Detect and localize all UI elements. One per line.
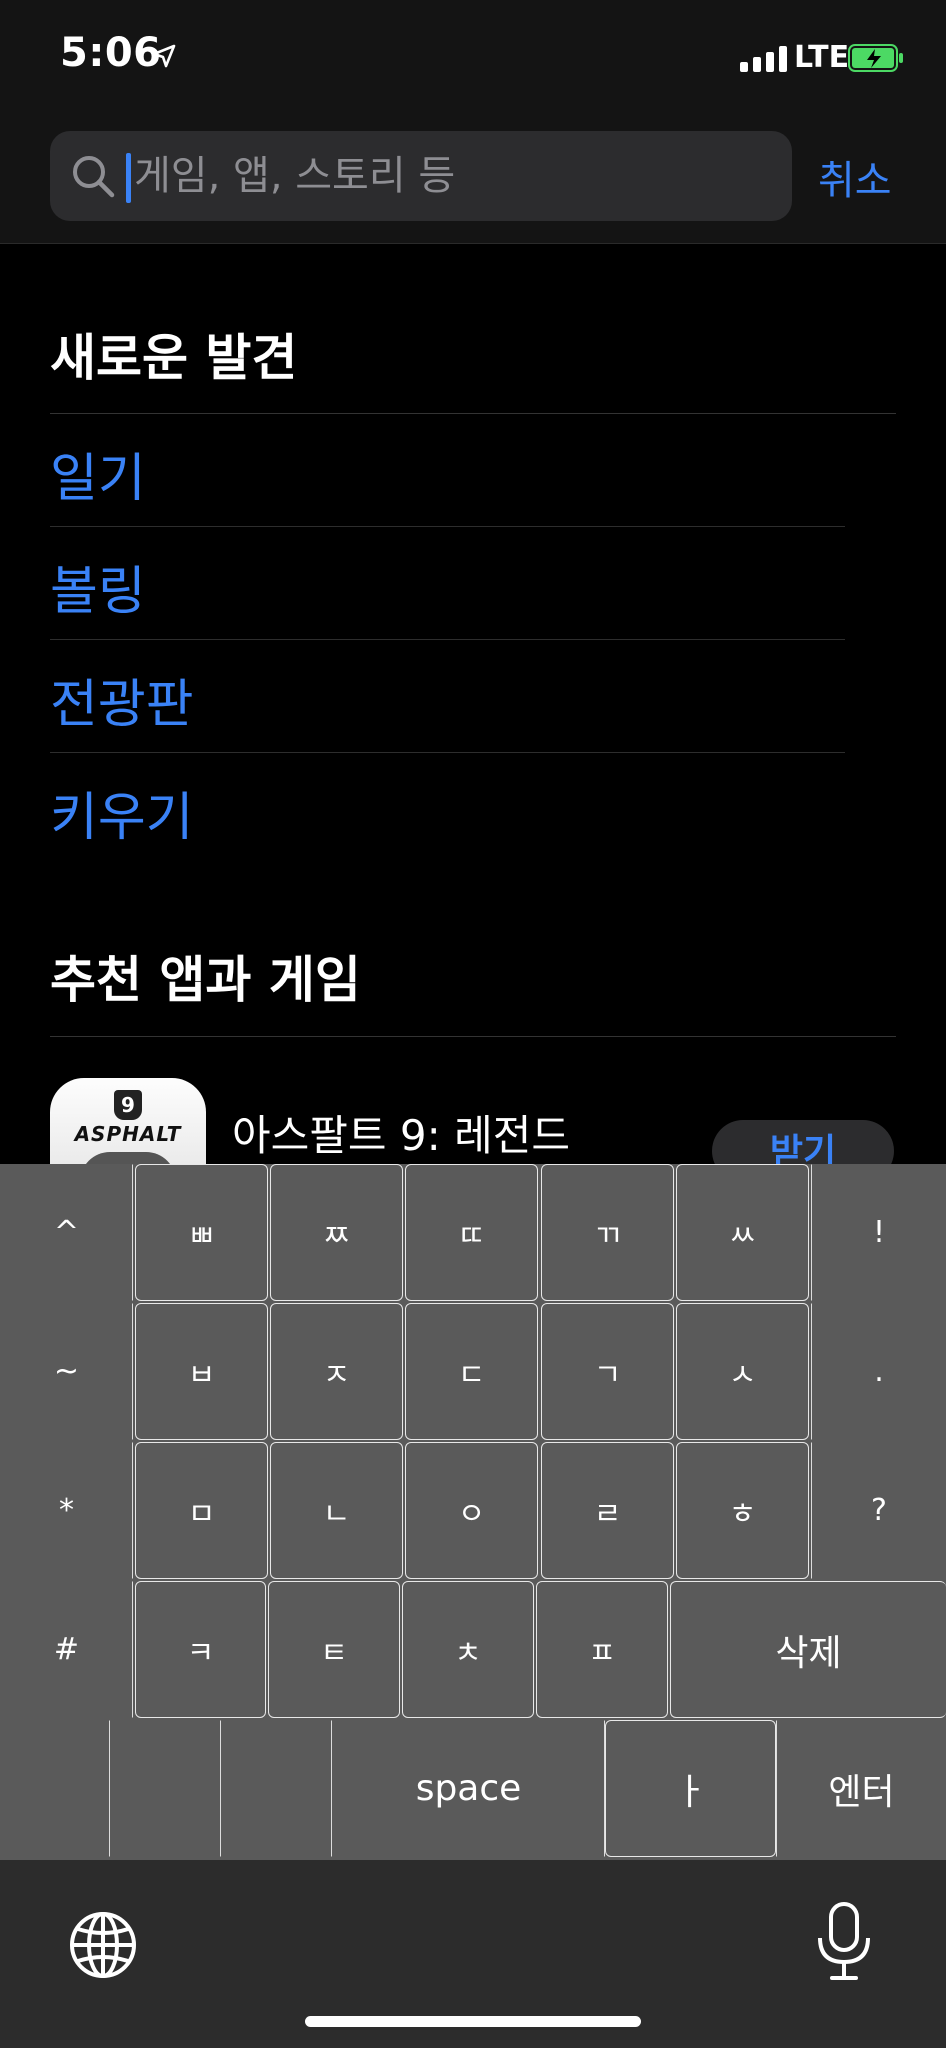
key[interactable]: ㅆ [676,1164,809,1301]
key[interactable]: ! [811,1164,946,1301]
key[interactable]: ㅁ [135,1442,268,1579]
key[interactable]: ㅅ [676,1303,809,1440]
key[interactable] [0,1720,110,1857]
home-indicator[interactable] [305,2016,641,2027]
enter-key[interactable]: 엔터 [776,1720,946,1857]
key[interactable]: ㅃ [135,1164,268,1301]
app-icon-brand: ASPHALT [74,1122,182,1146]
search-header: 취소 [0,118,946,244]
key[interactable]: ㄲ [541,1164,674,1301]
discover-item[interactable]: 전광판 [50,640,845,753]
key[interactable] [221,1720,332,1857]
recommended-title: 추천 앱과 게임 [50,951,361,1009]
status-time: 5:06 [60,30,162,76]
discover-item[interactable]: 일기 [50,414,845,527]
key[interactable]: * [0,1442,133,1579]
keyboard-row: space ㅏ 엔터 [0,1720,946,1859]
discover-item-label: 전광판 [50,675,194,735]
discover-title: 새로운 발견 [50,329,298,387]
key[interactable]: ㅋ [135,1581,266,1718]
key[interactable]: ~ [0,1303,133,1440]
discover-item[interactable]: 볼링 [50,527,845,640]
key[interactable]: ㄴ [270,1442,403,1579]
key[interactable]: # [0,1581,133,1718]
key[interactable]: ? [811,1442,946,1579]
key[interactable]: ㅇ [405,1442,538,1579]
discover-item-label: 일기 [50,449,146,509]
key[interactable]: ㅂ [135,1303,268,1440]
divider [50,1036,896,1037]
key[interactable]: ㅈ [270,1303,403,1440]
discover-item-label: 키우기 [50,788,194,848]
battery-charging-icon [848,44,903,72]
network-label: LTE [794,40,850,75]
key[interactable]: ㄱ [541,1303,674,1440]
keyboard-row: # ㅋ ㅌ ㅊ ㅍ 삭제 [0,1581,946,1720]
search-field[interactable] [50,131,792,221]
app-name[interactable]: 아스팔트 9: 레전드 [232,1102,570,1163]
cancel-button[interactable]: 취소 [818,148,892,206]
text-cursor [126,153,131,203]
key[interactable]: . [811,1303,946,1440]
key[interactable]: ㅎ [676,1442,809,1579]
key[interactable]: ㄷ [405,1303,538,1440]
space-key[interactable]: space [332,1720,605,1857]
globe-icon[interactable] [68,1910,138,1980]
key[interactable]: ㅏ [605,1720,776,1857]
location-arrow-icon [152,44,176,68]
key[interactable]: ㄹ [541,1442,674,1579]
status-bar: 5:06 LTE [0,0,946,118]
discover-item-label: 볼링 [50,562,146,622]
search-input[interactable] [134,131,774,221]
discover-item[interactable]: 키우기 [50,753,845,865]
keyboard-row: * ㅁ ㄴ ㅇ ㄹ ㅎ ? [0,1442,946,1581]
keyboard-row: ^ ㅃ ㅉ ㄸ ㄲ ㅆ ! [0,1164,946,1303]
delete-key[interactable]: 삭제 [670,1581,946,1718]
keyboard-row: ~ ㅂ ㅈ ㄷ ㄱ ㅅ . [0,1303,946,1442]
search-icon [73,156,115,198]
key[interactable]: ㅊ [402,1581,534,1718]
key[interactable]: ^ [0,1164,133,1301]
key[interactable]: ㅍ [536,1581,668,1718]
keyboard: ^ ㅃ ㅉ ㄸ ㄲ ㅆ ! ~ ㅂ ㅈ ㄷ ㄱ ㅅ . * ㅁ ㄴ ㅇ ㄹ ㅎ … [0,1164,946,1860]
mic-icon[interactable] [812,1902,876,1982]
key[interactable]: ㅉ [270,1164,403,1301]
key[interactable] [110,1720,221,1857]
app-icon-badge: 9 [114,1090,142,1120]
signal-strength-icon [740,46,787,72]
key[interactable]: ㄸ [405,1164,538,1301]
key[interactable]: ㅌ [268,1581,400,1718]
